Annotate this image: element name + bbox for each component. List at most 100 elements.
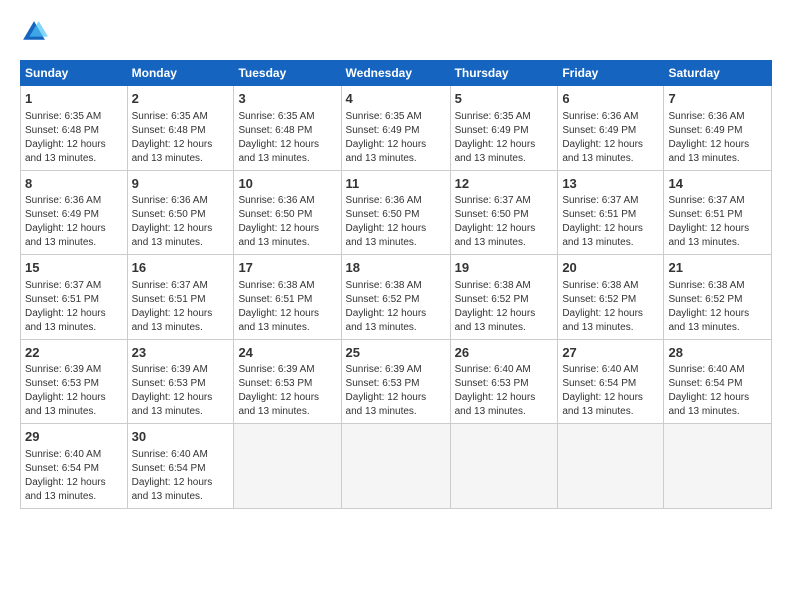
calendar-cell: 5Sunrise: 6:35 AMSunset: 6:49 PMDaylight… xyxy=(450,86,558,171)
day-info: Sunrise: 6:36 AMSunset: 6:49 PMDaylight:… xyxy=(668,110,767,166)
day-number: 14 xyxy=(668,175,767,193)
day-info: Sunrise: 6:35 AMSunset: 6:48 PMDaylight:… xyxy=(238,110,336,166)
day-info: Sunrise: 6:38 AMSunset: 6:52 PMDaylight:… xyxy=(562,279,659,335)
calendar-cell: 19 Sunrise: 6:38 AMSunset: 6:52 PMDayligh… xyxy=(450,255,558,340)
day-number: 26 xyxy=(455,344,554,362)
day-number: 6 xyxy=(562,90,659,108)
calendar-cell: 25Sunrise: 6:39 AMSunset: 6:53 PMDayligh… xyxy=(341,339,450,424)
calendar-header-row: SundayMondayTuesdayWednesdayThursdayFrid… xyxy=(21,61,772,86)
day-info: Sunrise: 6:40 AMSunset: 6:54 PMDaylight:… xyxy=(562,363,659,419)
calendar-cell xyxy=(664,424,772,509)
day-info: Sunrise: 6:36 AMSunset: 6:50 PMDaylight:… xyxy=(238,194,336,250)
weekday-header-monday: Monday xyxy=(127,61,234,86)
calendar-cell: 22Sunrise: 6:39 AMSunset: 6:53 PMDayligh… xyxy=(21,339,128,424)
day-info: Sunrise: 6:39 AMSunset: 6:53 PMDaylight:… xyxy=(132,363,230,419)
day-number: 1 xyxy=(25,90,123,108)
day-number: 29 xyxy=(25,428,123,446)
day-info: Sunrise: 6:38 AMSunset: 6:52 PMDaylight:… xyxy=(668,279,767,335)
calendar-week-row: 15Sunrise: 6:37 AMSunset: 6:51 PMDayligh… xyxy=(21,255,772,340)
logo-icon xyxy=(20,18,48,46)
calendar-cell: 16Sunrise: 6:37 AMSunset: 6:51 PMDayligh… xyxy=(127,255,234,340)
calendar-cell: 12Sunrise: 6:37 AMSunset: 6:50 PMDayligh… xyxy=(450,170,558,255)
day-info: Sunrise: 6:40 AMSunset: 6:53 PMDaylight:… xyxy=(455,363,554,419)
day-info: Sunrise: 6:37 AMSunset: 6:50 PMDaylight:… xyxy=(455,194,554,250)
calendar-cell: 13Sunrise: 6:37 AMSunset: 6:51 PMDayligh… xyxy=(558,170,664,255)
day-info: Sunrise: 6:40 AMSunset: 6:54 PMDaylight:… xyxy=(132,448,230,504)
day-number: 22 xyxy=(25,344,123,362)
calendar-week-row: 1 Sunrise: 6:35 AMSunset: 6:48 PMDaylight… xyxy=(21,86,772,171)
calendar-cell: 30 Sunrise: 6:40 AMSunset: 6:54 PMDayligh… xyxy=(127,424,234,509)
day-number: 30 xyxy=(132,428,230,446)
day-info: Sunrise: 6:35 AMSunset: 6:48 PMDaylight:… xyxy=(132,110,230,166)
calendar-week-row: 22Sunrise: 6:39 AMSunset: 6:53 PMDayligh… xyxy=(21,339,772,424)
calendar-cell: 21 Sunrise: 6:38 AMSunset: 6:52 PMDayligh… xyxy=(664,255,772,340)
day-number: 15 xyxy=(25,259,123,277)
calendar-cell: 1 Sunrise: 6:35 AMSunset: 6:48 PMDaylight… xyxy=(21,86,128,171)
day-info: Sunrise: 6:35 AMSunset: 6:48 PMDaylight:… xyxy=(25,110,123,166)
calendar-cell: 8Sunrise: 6:36 AMSunset: 6:49 PMDaylight… xyxy=(21,170,128,255)
day-number: 27 xyxy=(562,344,659,362)
day-number: 21 xyxy=(668,259,767,277)
calendar-cell: 11Sunrise: 6:36 AMSunset: 6:50 PMDayligh… xyxy=(341,170,450,255)
day-number: 13 xyxy=(562,175,659,193)
day-info: Sunrise: 6:36 AMSunset: 6:50 PMDaylight:… xyxy=(346,194,446,250)
weekday-header-saturday: Saturday xyxy=(664,61,772,86)
calendar-cell: 2 Sunrise: 6:35 AMSunset: 6:48 PMDaylight… xyxy=(127,86,234,171)
day-info: Sunrise: 6:39 AMSunset: 6:53 PMDaylight:… xyxy=(25,363,123,419)
calendar-cell: 9Sunrise: 6:36 AMSunset: 6:50 PMDaylight… xyxy=(127,170,234,255)
weekday-header-sunday: Sunday xyxy=(21,61,128,86)
calendar-cell: 26Sunrise: 6:40 AMSunset: 6:53 PMDayligh… xyxy=(450,339,558,424)
calendar-cell xyxy=(558,424,664,509)
calendar-cell: 23Sunrise: 6:39 AMSunset: 6:53 PMDayligh… xyxy=(127,339,234,424)
day-number: 10 xyxy=(238,175,336,193)
calendar-cell: 28Sunrise: 6:40 AMSunset: 6:54 PMDayligh… xyxy=(664,339,772,424)
logo xyxy=(20,18,52,46)
header xyxy=(20,18,772,46)
day-number: 19 xyxy=(455,259,554,277)
weekday-header-friday: Friday xyxy=(558,61,664,86)
calendar-table: SundayMondayTuesdayWednesdayThursdayFrid… xyxy=(20,60,772,509)
calendar-cell: 27Sunrise: 6:40 AMSunset: 6:54 PMDayligh… xyxy=(558,339,664,424)
day-number: 4 xyxy=(346,90,446,108)
day-number: 11 xyxy=(346,175,446,193)
calendar-cell xyxy=(450,424,558,509)
calendar-cell: 15Sunrise: 6:37 AMSunset: 6:51 PMDayligh… xyxy=(21,255,128,340)
day-number: 12 xyxy=(455,175,554,193)
weekday-header-tuesday: Tuesday xyxy=(234,61,341,86)
calendar-cell: 10Sunrise: 6:36 AMSunset: 6:50 PMDayligh… xyxy=(234,170,341,255)
day-info: Sunrise: 6:39 AMSunset: 6:53 PMDaylight:… xyxy=(346,363,446,419)
day-number: 5 xyxy=(455,90,554,108)
calendar-cell: 17Sunrise: 6:38 AMSunset: 6:51 PMDayligh… xyxy=(234,255,341,340)
day-number: 20 xyxy=(562,259,659,277)
day-info: Sunrise: 6:37 AMSunset: 6:51 PMDaylight:… xyxy=(562,194,659,250)
calendar-cell: 6 Sunrise: 6:36 AMSunset: 6:49 PMDaylight… xyxy=(558,86,664,171)
day-number: 18 xyxy=(346,259,446,277)
calendar-cell: 24Sunrise: 6:39 AMSunset: 6:53 PMDayligh… xyxy=(234,339,341,424)
day-number: 16 xyxy=(132,259,230,277)
day-info: Sunrise: 6:36 AMSunset: 6:49 PMDaylight:… xyxy=(25,194,123,250)
day-info: Sunrise: 6:38 AMSunset: 6:51 PMDaylight:… xyxy=(238,279,336,335)
calendar-cell: 18 Sunrise: 6:38 AMSunset: 6:52 PMDayligh… xyxy=(341,255,450,340)
calendar-week-row: 29 Sunrise: 6:40 AMSunset: 6:54 PMDayligh… xyxy=(21,424,772,509)
weekday-header-wednesday: Wednesday xyxy=(341,61,450,86)
day-number: 8 xyxy=(25,175,123,193)
calendar-cell: 7Sunrise: 6:36 AMSunset: 6:49 PMDaylight… xyxy=(664,86,772,171)
day-number: 28 xyxy=(668,344,767,362)
calendar-cell: 29 Sunrise: 6:40 AMSunset: 6:54 PMDayligh… xyxy=(21,424,128,509)
calendar-cell: 3Sunrise: 6:35 AMSunset: 6:48 PMDaylight… xyxy=(234,86,341,171)
calendar-cell: 14Sunrise: 6:37 AMSunset: 6:51 PMDayligh… xyxy=(664,170,772,255)
page: SundayMondayTuesdayWednesdayThursdayFrid… xyxy=(0,0,792,612)
day-number: 23 xyxy=(132,344,230,362)
day-info: Sunrise: 6:40 AMSunset: 6:54 PMDaylight:… xyxy=(25,448,123,504)
day-info: Sunrise: 6:38 AMSunset: 6:52 PMDaylight:… xyxy=(346,279,446,335)
calendar-cell: 20 Sunrise: 6:38 AMSunset: 6:52 PMDayligh… xyxy=(558,255,664,340)
calendar-cell xyxy=(341,424,450,509)
weekday-header-thursday: Thursday xyxy=(450,61,558,86)
day-info: Sunrise: 6:36 AMSunset: 6:49 PMDaylight:… xyxy=(562,110,659,166)
day-info: Sunrise: 6:35 AMSunset: 6:49 PMDaylight:… xyxy=(346,110,446,166)
day-info: Sunrise: 6:37 AMSunset: 6:51 PMDaylight:… xyxy=(668,194,767,250)
day-info: Sunrise: 6:38 AMSunset: 6:52 PMDaylight:… xyxy=(455,279,554,335)
day-info: Sunrise: 6:39 AMSunset: 6:53 PMDaylight:… xyxy=(238,363,336,419)
day-number: 24 xyxy=(238,344,336,362)
day-number: 2 xyxy=(132,90,230,108)
